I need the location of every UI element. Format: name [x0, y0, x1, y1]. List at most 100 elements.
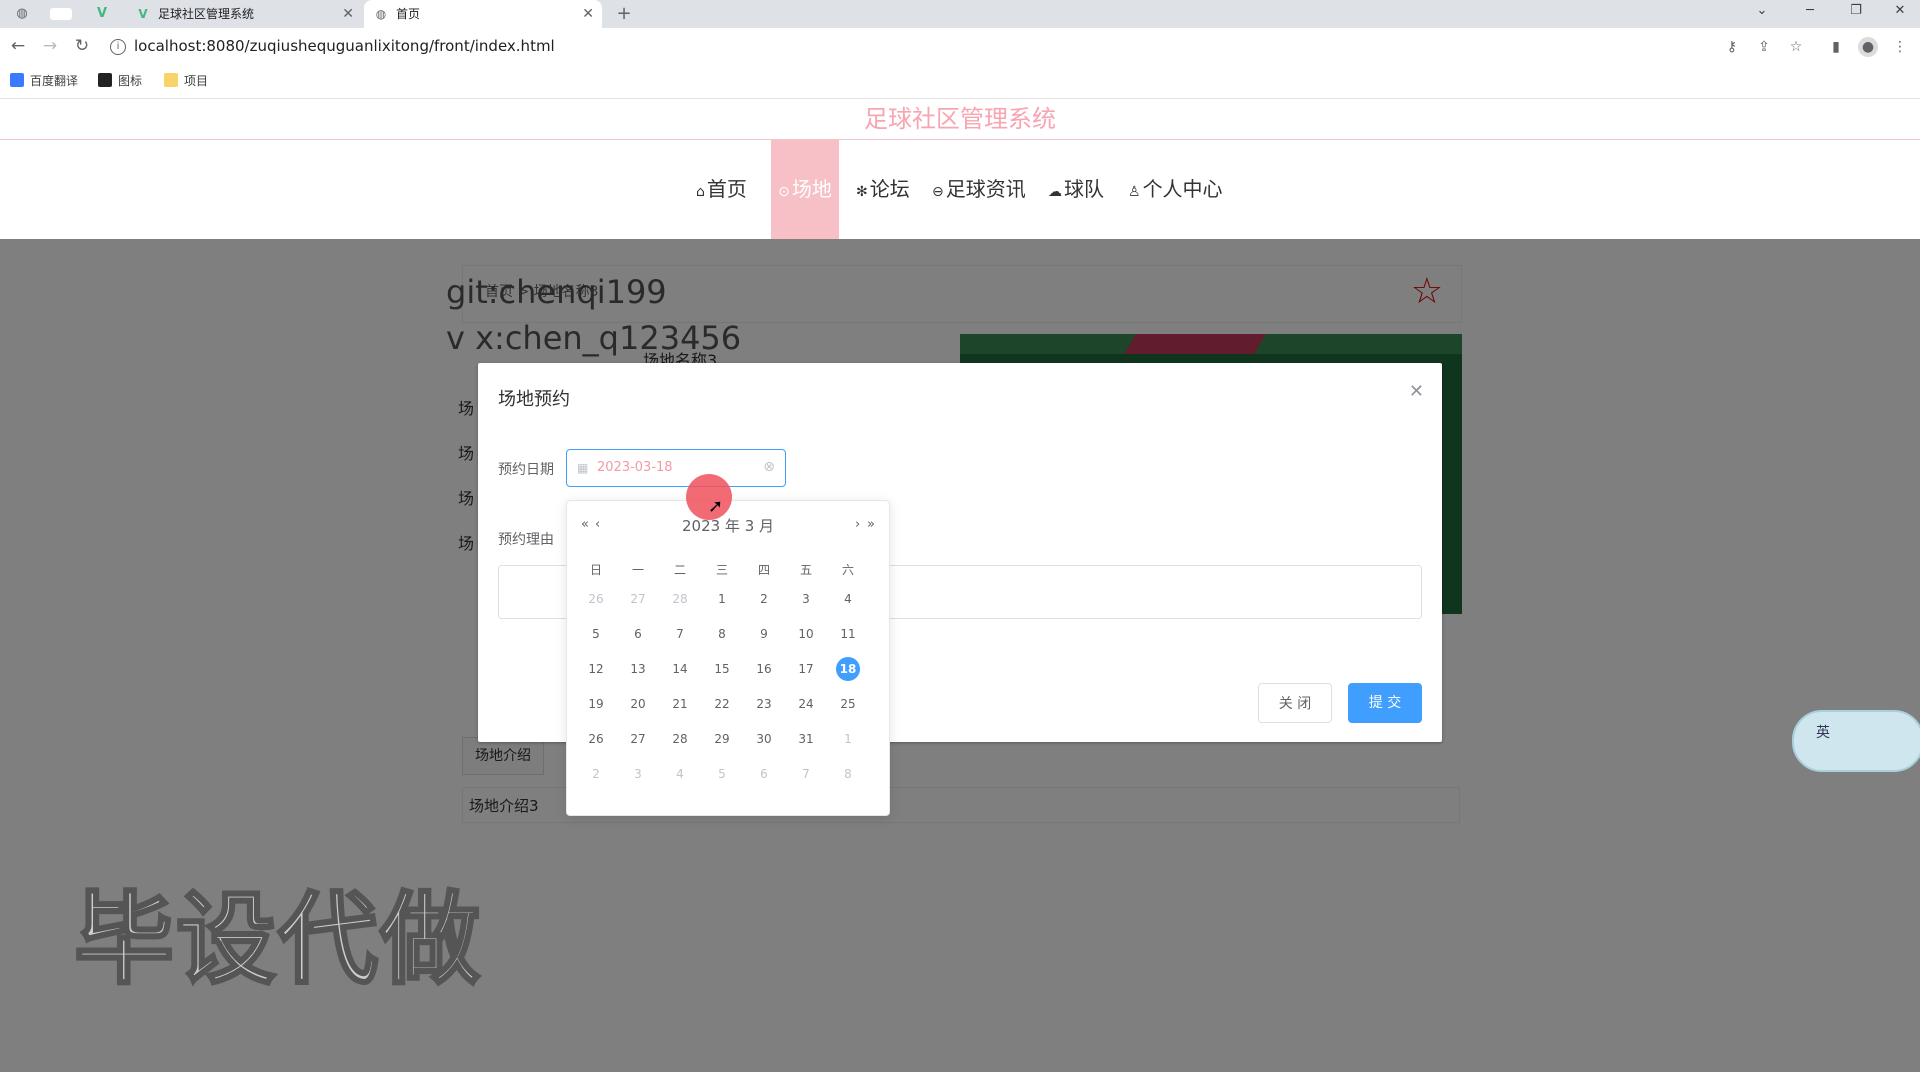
- dialog-title: 场地预约: [498, 389, 570, 410]
- day-cell[interactable]: 2: [752, 587, 776, 611]
- day-cell[interactable]: 14: [668, 657, 692, 681]
- url-field[interactable]: i localhost:8080/zuqiushequguanlixitong/f…: [110, 35, 1710, 57]
- weekday-label: 六: [841, 563, 854, 577]
- restore-icon[interactable]: ❐: [1836, 0, 1876, 28]
- day-cell[interactable]: 9: [752, 622, 776, 646]
- window-close-icon[interactable]: ✕: [1880, 0, 1920, 28]
- day-cell[interactable]: 18: [836, 657, 860, 681]
- nav-label: 足球资讯: [945, 177, 1026, 201]
- day-cell[interactable]: 7: [668, 622, 692, 646]
- day-cell[interactable]: 7: [794, 762, 818, 786]
- new-tab-icon[interactable]: +: [616, 5, 632, 23]
- weekday-label: 日: [589, 563, 602, 577]
- day-cell[interactable]: 10: [794, 622, 818, 646]
- nav-team[interactable]: ☁ 球队: [1048, 140, 1104, 239]
- tab-home[interactable]: ◍ 首页 ✕: [364, 0, 602, 28]
- next-year-icon[interactable]: »: [867, 517, 875, 532]
- vue-icon[interactable]: V: [94, 6, 110, 22]
- image-icon: [98, 73, 112, 87]
- ime-widget[interactable]: 英: [1792, 710, 1920, 772]
- date-input[interactable]: ▦ 2023-03-18 ⊗: [566, 449, 786, 487]
- day-cell[interactable]: 28: [668, 587, 692, 611]
- clear-icon[interactable]: ⊗: [763, 459, 775, 475]
- day-cell[interactable]: 19: [584, 692, 608, 716]
- close-icon[interactable]: ✕: [1409, 381, 1424, 402]
- day-cell[interactable]: 4: [668, 762, 692, 786]
- forward-icon[interactable]: →: [40, 36, 60, 56]
- day-cell[interactable]: 16: [752, 657, 776, 681]
- day-cell[interactable]: 12: [584, 657, 608, 681]
- globe-icon[interactable]: ◍: [14, 6, 30, 22]
- day-cell[interactable]: 28: [668, 727, 692, 751]
- day-cell[interactable]: 3: [626, 762, 650, 786]
- globe-icon: ◍: [375, 7, 387, 21]
- nav-news[interactable]: ⊖ 足球资讯: [932, 140, 1026, 239]
- star-icon[interactable]: ☆: [1786, 37, 1806, 57]
- day-cell[interactable]: 2: [584, 762, 608, 786]
- day-cell[interactable]: 31: [794, 727, 818, 751]
- date-picker: « ‹ 2023 年 3 月 › » 日一二三四五六 26 27 28 1 2 3 4 5 6 7…: [566, 500, 890, 816]
- minimize-icon[interactable]: ─: [1790, 0, 1830, 28]
- bookmark-icons[interactable]: 图标: [98, 72, 142, 90]
- day-cell[interactable]: 1: [710, 587, 734, 611]
- nav-forum[interactable]: ✻ 论坛: [856, 140, 910, 239]
- day-cell[interactable]: 8: [836, 762, 860, 786]
- day-cell[interactable]: 26: [584, 587, 608, 611]
- date-value: 2023-03-18: [597, 460, 673, 475]
- close-icon[interactable]: ✕: [582, 0, 594, 28]
- day-cell[interactable]: 26: [584, 727, 608, 751]
- blank-tab-icon[interactable]: [50, 8, 72, 20]
- day-cell[interactable]: 13: [626, 657, 650, 681]
- key-icon[interactable]: ⚷: [1722, 37, 1742, 57]
- day-cell[interactable]: 20: [626, 692, 650, 716]
- day-cell[interactable]: 4: [836, 587, 860, 611]
- day-cell[interactable]: 27: [626, 587, 650, 611]
- day-cell[interactable]: 22: [710, 692, 734, 716]
- reason-label: 预约理由: [498, 532, 554, 548]
- close-button[interactable]: 关 闭: [1258, 683, 1332, 723]
- folder-icon: [164, 73, 178, 87]
- back-icon[interactable]: ←: [8, 36, 28, 56]
- day-cell[interactable]: 11: [836, 622, 860, 646]
- share-icon[interactable]: ⇪: [1754, 37, 1774, 57]
- tab-admin[interactable]: V 足球社区管理系统 ✕: [126, 0, 362, 28]
- day-cell[interactable]: 6: [752, 762, 776, 786]
- main-nav: ⌂ 首页 ⊙ 场地 ✻ 论坛 ⊖ 足球资讯 ☁ 球队 ♙ 个人中心: [0, 140, 1920, 239]
- menu-icon[interactable]: ⋮: [1890, 37, 1910, 57]
- bookmark-fanyi[interactable]: 百度翻译: [10, 72, 78, 90]
- day-cell[interactable]: 27: [626, 727, 650, 751]
- cloud-icon: ☁: [1048, 184, 1062, 200]
- watermark-line-1: git:chenqi199: [446, 273, 667, 311]
- nav-label: 场地: [791, 177, 832, 201]
- day-cell[interactable]: 24: [794, 692, 818, 716]
- next-month-icon[interactable]: ›: [855, 517, 860, 532]
- day-cell[interactable]: 17: [794, 657, 818, 681]
- bookmark-label: 项目: [184, 74, 209, 88]
- reload-icon[interactable]: ↻: [72, 36, 92, 56]
- nav-field[interactable]: ⊙ 场地: [771, 140, 839, 239]
- day-cell[interactable]: 5: [584, 622, 608, 646]
- chevron-down-icon[interactable]: ⌄: [1742, 0, 1782, 28]
- day-cell[interactable]: 15: [710, 657, 734, 681]
- close-icon[interactable]: ✕: [342, 0, 354, 28]
- day-cell[interactable]: 6: [626, 622, 650, 646]
- day-cell[interactable]: 8: [710, 622, 734, 646]
- day-cell[interactable]: 21: [668, 692, 692, 716]
- day-cell[interactable]: 1: [836, 727, 860, 751]
- day-cell[interactable]: 29: [710, 727, 734, 751]
- weekday-label: 四: [757, 563, 770, 577]
- nav-profile[interactable]: ♙ 个人中心: [1128, 140, 1223, 239]
- field-icon: ⊙: [778, 184, 790, 200]
- submit-button[interactable]: 提 交: [1348, 683, 1422, 723]
- info-icon[interactable]: i: [110, 38, 126, 55]
- sidebar-icon[interactable]: ▮: [1826, 37, 1846, 57]
- day-cell[interactable]: 5: [710, 762, 734, 786]
- day-cell[interactable]: 23: [752, 692, 776, 716]
- watermark-line-2: v x:chen_q123456: [446, 319, 742, 357]
- day-cell[interactable]: 3: [794, 587, 818, 611]
- profile-icon[interactable]: ●: [1858, 37, 1878, 57]
- day-cell[interactable]: 30: [752, 727, 776, 751]
- nav-home[interactable]: ⌂ 首页: [696, 140, 747, 239]
- bookmark-project[interactable]: 项目: [164, 72, 208, 90]
- day-cell[interactable]: 25: [836, 692, 860, 716]
